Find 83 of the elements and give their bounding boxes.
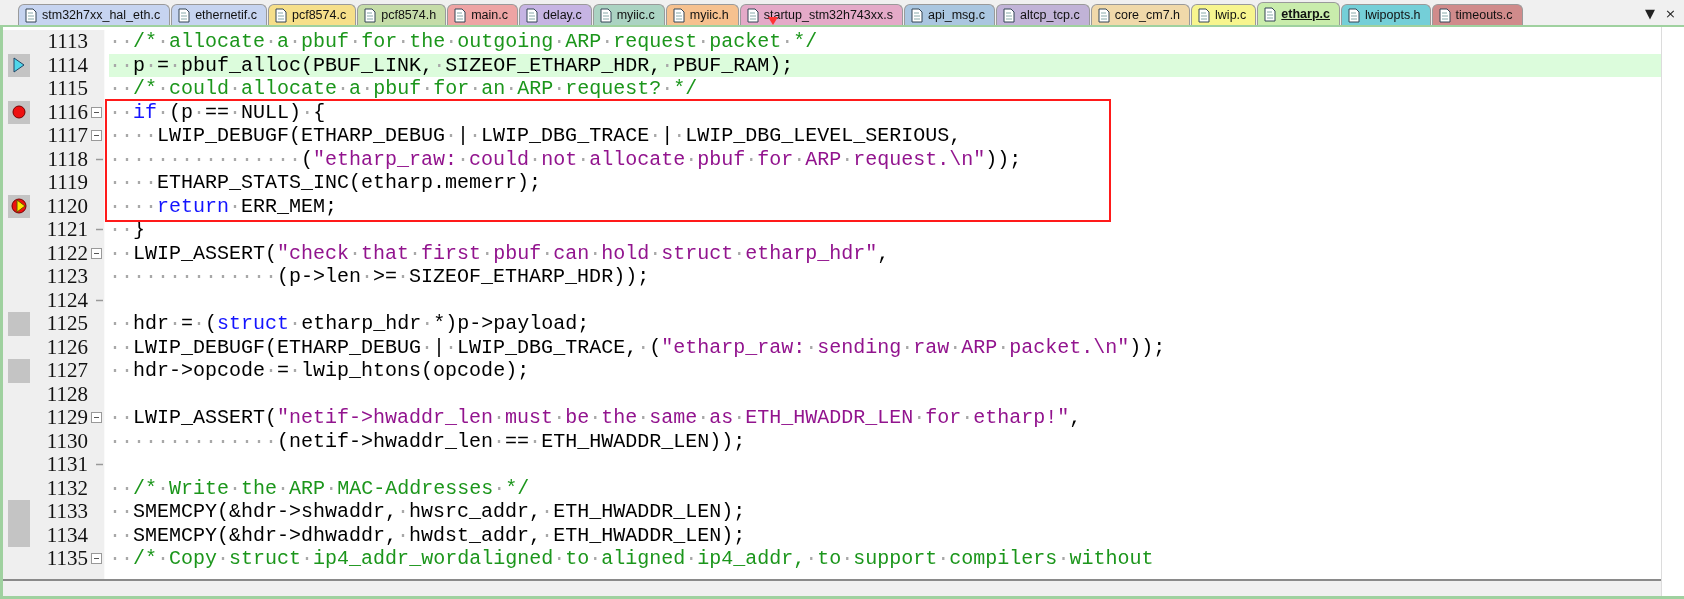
code-line: ····ETHARP_STATS_INC(etharp.memerr); xyxy=(109,171,542,195)
document-icon xyxy=(1347,7,1360,23)
horizontal-scrollbar[interactable] xyxy=(3,579,1661,596)
file-tab[interactable]: myiic.c xyxy=(592,4,665,25)
file-tab[interactable]: lwip.c xyxy=(1191,4,1257,25)
document-icon xyxy=(454,7,467,23)
line-number: 1125 xyxy=(45,312,88,336)
document-icon xyxy=(672,7,685,23)
line-number: 1135 xyxy=(45,547,88,571)
line-number: 1132 xyxy=(45,476,88,500)
code-line: ··p·=·pbuf_alloc(PBUF_LINK,·SIZEOF_ETHARP_HDR,·PBUF_RAM); xyxy=(109,53,794,77)
file-tab[interactable]: main.c xyxy=(447,4,518,25)
line-number: 1127 xyxy=(45,359,88,383)
code-line: ··/*·allocate·a·pbuf·for·the·outgoing·ARP·request·packet·*/ xyxy=(109,30,818,54)
line-number: 1121 xyxy=(45,218,88,242)
code-line: ··if·(p·==·NULL)·{ xyxy=(109,100,326,124)
line-number: 1118 xyxy=(46,147,88,171)
collapse-icon[interactable] xyxy=(90,553,102,565)
file-tab[interactable]: lwipopts.h xyxy=(1340,4,1431,25)
code-line: ··SMEMCPY(&hdr->shwaddr,·hwsrc_addr,·ETH_HWADDR_LEN); xyxy=(109,500,746,524)
file-tab[interactable]: myiic.h xyxy=(665,4,739,25)
code-line: ················("etharp_raw:·could·not·allocate·pbuf·for·ARP·request.\n")); xyxy=(109,147,1022,171)
document-icon xyxy=(25,7,37,23)
file-tab[interactable]: stm32h7xx_hal_eth.c xyxy=(18,4,171,25)
line-number: 1116 xyxy=(46,100,88,124)
line-number: 1119 xyxy=(46,171,88,195)
code-line: ··LWIP_DEBUGF(ETHARP_DEBUG·|·LWIP_DBG_TRACE,·("etharp_raw:·sending·raw·ARP·packet.\n")); xyxy=(109,335,1166,359)
document-icon xyxy=(1198,7,1211,23)
document-icon xyxy=(178,7,191,23)
code-line: ··SMEMCPY(&hdr->dhwaddr,·hwdst_addr,·ETH_HWADDR_LEN); xyxy=(109,523,746,547)
file-tab[interactable]: timeouts.c xyxy=(1431,4,1523,25)
collapse-icon[interactable] xyxy=(90,106,102,118)
breakpoint-icon[interactable] xyxy=(12,105,26,120)
code-line: ··············(netif->hwaddr_len·==·ETH_HWADDR_LEN)); xyxy=(109,429,746,453)
document-icon xyxy=(364,7,377,23)
line-number: 1130 xyxy=(45,429,88,453)
line-number: 1131 xyxy=(45,453,88,477)
collapse-icon[interactable] xyxy=(90,412,102,424)
code-line: ··············(p->len·>=·SIZEOF_ETHARP_HDR)); xyxy=(109,265,650,289)
code-line: ··/*·Write·the·ARP·MAC-Addresses·*/ xyxy=(109,476,530,500)
document-icon xyxy=(1438,7,1451,23)
file-tab[interactable]: pcf8574.h xyxy=(357,4,447,25)
line-number: 1126 xyxy=(45,335,88,359)
line-number: 1124 xyxy=(45,288,88,312)
code-line: ····LWIP_DEBUGF(ETHARP_DEBUG·|·LWIP_DBG_TRACE·|·LWIP_DBG_LEVEL_SERIOUS, xyxy=(109,124,962,148)
code-line: ··LWIP_ASSERT("netif->hwaddr_len·must·be·the·same·as·ETH_HWADDR_LEN·for·etharp!", xyxy=(109,406,1082,430)
line-number: 1128 xyxy=(45,382,88,406)
line-number: 1133 xyxy=(45,500,88,524)
document-icon xyxy=(525,7,538,23)
document-icon xyxy=(746,7,759,23)
collapse-icon[interactable] xyxy=(90,247,102,259)
file-tab[interactable]: api_msg.c xyxy=(904,4,995,25)
code-line: ··hdr·=·(struct·etharp_hdr·*)p->payload; xyxy=(109,312,590,336)
file-tab[interactable]: ethernetif.c xyxy=(171,4,267,25)
close-button[interactable]: × xyxy=(1665,6,1676,21)
file-tab[interactable]: altcp_tcp.c xyxy=(996,4,1090,25)
document-icon xyxy=(1097,7,1110,23)
document-icon xyxy=(911,7,923,23)
code-line: ··hdr->opcode·=·lwip_htons(opcode); xyxy=(109,359,530,383)
code-line: ··LWIP_ASSERT("check·that·first·pbuf·can·hold·struct·etharp_hdr", xyxy=(109,241,890,265)
line-number: 1113 xyxy=(46,30,88,54)
line-number: 1117 xyxy=(46,124,88,148)
file-tab[interactable]: startup_stm32h743xx.s xyxy=(739,4,903,25)
file-tab[interactable]: etharp.c xyxy=(1257,2,1340,25)
line-number: 1134 xyxy=(45,523,88,547)
file-tab[interactable]: core_cm7.h xyxy=(1090,4,1191,25)
file-tab[interactable]: pcf8574.c xyxy=(268,4,357,25)
document-icon xyxy=(275,7,287,23)
line-number: 1120 xyxy=(45,194,88,218)
code-line: ····return·ERR_MEM; xyxy=(109,194,338,218)
code-line: ··/*·could·allocate·a·pbuf·for·an·ARP·request?·*/ xyxy=(109,77,698,101)
code-line: ··/*·Copy·struct·ip4_addr_wordaligned·to·aligned·ip4_addr,·to·support·compilers·without xyxy=(109,547,1154,571)
line-number: 1114 xyxy=(46,53,88,77)
collapse-icon[interactable] xyxy=(90,130,102,142)
tab-list-button[interactable]: ▼ xyxy=(1645,6,1656,21)
line-number: 1122 xyxy=(45,241,88,265)
document-icon xyxy=(599,7,612,23)
document-icon xyxy=(1003,7,1015,23)
file-tab[interactable]: delay.c xyxy=(518,4,592,25)
line-number: 1123 xyxy=(45,265,88,289)
document-icon xyxy=(1264,6,1277,22)
line-number: 1129 xyxy=(45,406,88,430)
line-number: 1115 xyxy=(46,77,88,101)
